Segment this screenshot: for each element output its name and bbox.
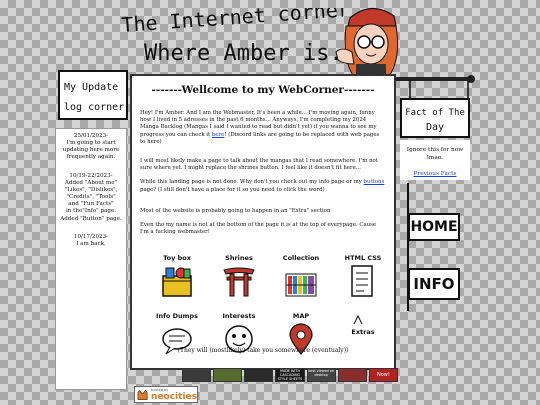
intro-paragraph: Hey! I'm Amber. And I am the Webmaster, … — [140, 110, 386, 146]
css-badge[interactable]: MADE WITH CASCADING STYLE SHEETS — [275, 368, 305, 382]
extras-icon — [353, 314, 363, 325]
update-text: updating here more — [62, 147, 120, 154]
interests-label: Interests — [222, 312, 256, 320]
previous-facts-link[interactable]: Previous Facts — [414, 171, 457, 177]
torii-icon — [223, 267, 255, 297]
home-nav-button[interactable]: HOME — [408, 213, 460, 241]
avatar — [335, 7, 399, 82]
home-label: HOME — [410, 219, 458, 235]
shrines-label: Shrines — [225, 254, 253, 262]
update-text: 10/17/2023- — [73, 233, 109, 240]
neocities-badge[interactable]: hosted by neocities — [134, 386, 198, 403]
desktop-badge[interactable]: best viewed on desktop — [306, 368, 336, 382]
site-badge[interactable] — [182, 368, 212, 382]
update-log-sign-line1: My Update — [64, 82, 118, 93]
update-text: in the"Info" page. — [65, 208, 117, 215]
manga-backlog-link[interactable]: here — [212, 132, 224, 138]
fact-of-the-day-panel: Ignore this for now lmao. Previous Facts — [400, 140, 470, 180]
landing-text: While this landing page is not done. Why… — [140, 179, 364, 186]
toy-box-icon — [162, 267, 192, 297]
site-badge[interactable] — [337, 368, 367, 382]
manga-paragraph: I will most likely make a page to talk a… — [140, 157, 378, 172]
now-badge[interactable]: Now! — [368, 368, 398, 382]
update-text: 25/01/2023- — [73, 133, 109, 139]
update-log-sign: My Update log corner — [58, 70, 128, 120]
site-title-line1: The Internet corner — [121, 8, 343, 37]
update-text: and "Fun Facts" — [68, 201, 114, 208]
buttons-page-link[interactable]: buttons — [364, 179, 385, 185]
fact-of-the-day-sign: Fact of The Day — [400, 98, 470, 138]
info-dumps-label: Info Dumps — [156, 312, 198, 320]
update-text: I am back, — [76, 240, 106, 247]
map-label: MAP — [292, 312, 310, 320]
fact-text: Ignore this for now lmao. — [406, 147, 464, 162]
fact-sign-line2: Day — [426, 122, 444, 133]
landing-text-end: page? (I still don't have a place for it… — [140, 186, 325, 193]
collection-button[interactable]: Collection — [276, 254, 326, 304]
update-log-sign-line2: log corner — [64, 102, 124, 113]
toy-box-button[interactable]: Toy box — [152, 254, 202, 304]
update-entry: 10/19-22/2023- Added "About me" "Likes",… — [58, 173, 124, 223]
neocities-cat-icon — [137, 389, 148, 400]
update-text: Added "Button" page. — [60, 215, 122, 222]
map-button[interactable]: MAP — [276, 312, 326, 362]
update-text: I'm going to start — [66, 140, 116, 147]
info-nav-button[interactable]: INFO — [408, 268, 460, 300]
webmaster-paragraph: Even tho my name is not at the bottom of… — [140, 221, 377, 236]
site-title-graphic: The Internet corner Where Amber is. — [121, 8, 343, 66]
extras-button[interactable]: Extras — [338, 312, 388, 362]
update-text: frequently again. — [66, 154, 116, 161]
site-badge[interactable] — [213, 368, 243, 382]
extra-section-paragraph: Most of the website is probably going to… — [140, 207, 331, 214]
update-entry: 25/01/2023- I'm going to start updating … — [58, 133, 124, 162]
site-title-line2: Where Amber is. — [144, 41, 343, 66]
main-content-panel: -------Wellcome to my WebCorner------- H… — [130, 74, 396, 370]
extras-label: Extras — [351, 328, 375, 336]
info-dumps-button[interactable]: Info Dumps — [152, 312, 202, 362]
neocities-label: neocities — [151, 391, 197, 402]
collection-icon — [285, 273, 317, 297]
update-text: "Credits", "Tools" — [66, 194, 116, 201]
fact-sign-line1: Fact of The — [405, 108, 465, 118]
html-css-label: HTML CSS — [344, 254, 382, 262]
html-css-icon — [351, 265, 373, 297]
interests-button[interactable]: Interests — [214, 312, 264, 362]
update-entry: 10/17/2023- I am back, — [58, 234, 124, 248]
shrines-button[interactable]: Shrines — [214, 254, 264, 304]
update-text: 10/19-22/2023- — [69, 172, 113, 179]
landing-paragraph: While this landing page is not done. Why… — [140, 179, 386, 193]
welcome-title: -------Wellcome to my WebCorner------- — [151, 84, 375, 96]
badge-strip: MADE WITH CASCADING STYLE SHEETS best vi… — [182, 368, 398, 382]
collection-label: Collection — [282, 254, 320, 262]
sign-strings — [409, 80, 469, 100]
update-text: Added "About me" — [64, 179, 118, 186]
icon-grid-footnote: (They will (mostlikely) take you somewhe… — [177, 347, 349, 354]
site-badge[interactable] — [244, 368, 274, 382]
toy-box-label: Toy box — [163, 254, 191, 262]
html-css-button[interactable]: HTML CSS — [338, 254, 388, 304]
info-label: INFO — [413, 275, 455, 293]
update-text: "Likes", "Dislikes", — [64, 186, 118, 193]
update-log-panel: 25/01/2023- I'm going to start updating … — [55, 128, 127, 390]
